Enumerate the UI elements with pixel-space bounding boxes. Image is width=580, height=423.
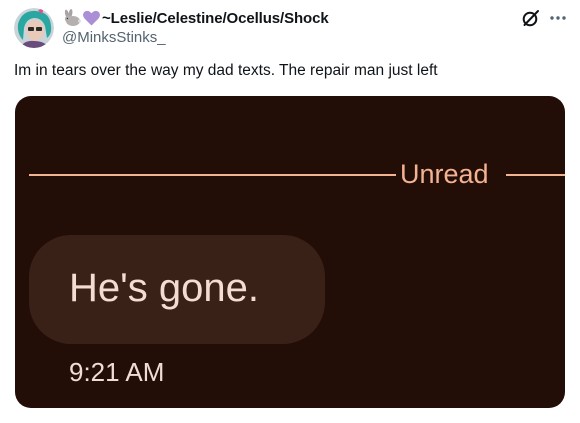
unread-label: Unread (400, 159, 489, 189)
purple-heart-emoji (82, 9, 101, 27)
post-image[interactable]: Unread He's gone. 9:21 AM (15, 96, 565, 408)
unread-divider-line (29, 174, 396, 176)
message-bubble: He's gone. (29, 235, 325, 344)
post-card: ~Leslie/Celestine/Ocellus/Shock @MinksSt… (0, 0, 580, 423)
rabbit-emoji (62, 9, 81, 27)
avatar[interactable] (14, 8, 54, 48)
post-text: Im in tears over the way my dad texts. T… (14, 62, 438, 79)
grok-icon[interactable] (521, 8, 541, 28)
unread-divider-line-right (506, 174, 565, 176)
author-display-name[interactable]: ~Leslie/Celestine/Ocellus/Shock (102, 10, 329, 27)
author-handle[interactable]: @MinksStinks_ (62, 29, 166, 46)
message-text: He's gone. (69, 266, 259, 310)
message-timestamp: 9:21 AM (69, 357, 165, 387)
author-name-row[interactable]: ~Leslie/Celestine/Ocellus/Shock (62, 8, 329, 28)
more-options-icon[interactable] (547, 8, 569, 28)
